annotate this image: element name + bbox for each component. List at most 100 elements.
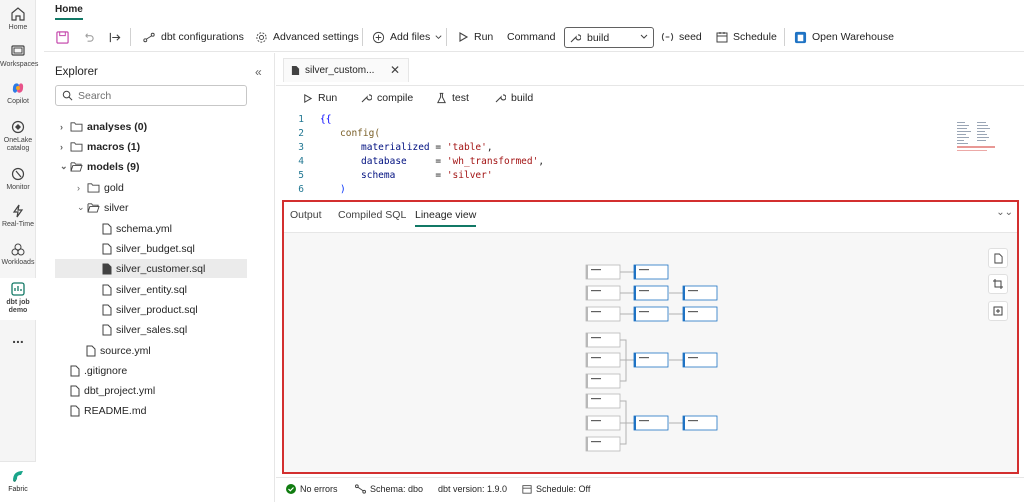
rail-onelake-catalog[interactable]: OneLake catalog (0, 119, 36, 153)
lineage-source-node[interactable] (585, 332, 621, 348)
rail-workloads-label: Workloads (1, 259, 35, 266)
schedule-button[interactable]: Schedule (716, 28, 777, 46)
tree-file-schema[interactable]: schema.yml (102, 219, 172, 238)
schedule-label: Schedule (733, 31, 777, 43)
zoom-to-selection-button[interactable] (988, 301, 1008, 321)
editor-run-button[interactable]: Run (302, 92, 337, 104)
warehouse-icon (794, 31, 807, 43)
search-placeholder: Search (78, 89, 112, 102)
tree-file-silver-sales[interactable]: silver_sales.sql (102, 320, 187, 339)
lineage-source-node[interactable] (585, 415, 621, 431)
lineage-model-node[interactable] (633, 415, 669, 431)
command-dropdown[interactable]: build (564, 27, 654, 48)
lineage-model-node[interactable] (682, 415, 718, 431)
status-errors[interactable]: No errors (286, 484, 338, 494)
toolbar-divider (784, 28, 785, 46)
code-line: {{ (320, 114, 332, 125)
rail-home[interactable]: Home (0, 6, 36, 32)
rail-home-label: Home (8, 24, 28, 31)
rail-workspaces[interactable]: Workspaces (0, 43, 38, 69)
advanced-settings-label: Advanced settings (273, 31, 359, 43)
lineage-source-node[interactable] (585, 393, 621, 409)
lineage-source-node[interactable] (585, 306, 621, 322)
tree-folder-analyses[interactable]: › analyses (0) (60, 117, 147, 136)
lineage-graph[interactable] (284, 233, 1017, 473)
lineage-model-node[interactable] (682, 306, 718, 322)
file-filled-icon (102, 263, 112, 274)
lineage-model-node[interactable] (633, 352, 669, 368)
editor-build-label: build (511, 92, 534, 104)
lineage-model-node[interactable] (633, 306, 669, 322)
tree-file-silver-budget[interactable]: silver_budget.sql (102, 239, 195, 258)
open-warehouse-button[interactable]: Open Warehouse (794, 28, 894, 46)
rail-monitor[interactable]: Monitor (0, 166, 36, 192)
lineage-canvas[interactable] (284, 232, 1017, 472)
tree-file-silver-customer[interactable]: silver_customer.sql (55, 259, 247, 278)
tab-home[interactable]: Home (55, 4, 83, 20)
editor-compile-button[interactable]: compile (360, 92, 413, 104)
tree-folder-models[interactable]: ⌄ models (9) (60, 157, 140, 176)
lineage-model-node[interactable] (682, 352, 718, 368)
tab-output[interactable]: Output (290, 209, 322, 221)
tree-folder-silver[interactable]: ⌄ silver (77, 198, 129, 217)
status-schema-label: Schema: dbo (370, 484, 424, 494)
tree-file-dbt-project[interactable]: dbt_project.yml (70, 381, 155, 400)
lineage-source-node[interactable] (585, 373, 621, 389)
rail-workloads[interactable]: Workloads (0, 241, 36, 267)
lineage-model-node[interactable] (682, 285, 718, 301)
tree-label: models (9) (87, 160, 140, 173)
save-button[interactable] (56, 28, 74, 46)
tree-file-gitignore[interactable]: .gitignore (70, 361, 127, 380)
tree-file-silver-product[interactable]: silver_product.sql (102, 300, 198, 319)
tree-folder-gold[interactable]: › gold (77, 178, 124, 197)
fit-view-button[interactable] (988, 274, 1008, 294)
editor-tab-silver-customer[interactable]: silver_custom... ✕ (283, 58, 409, 82)
editor-build-button[interactable]: build (494, 92, 533, 104)
rail-real-time[interactable]: Real-Time (0, 203, 36, 229)
rail-fabric[interactable]: Fabric (0, 461, 36, 502)
tab-lineage-view[interactable]: Lineage view (415, 209, 477, 227)
tree-folder-macros[interactable]: › macros (1) (60, 137, 140, 156)
home-icon (11, 7, 25, 21)
seed-button[interactable]: seed (661, 28, 702, 46)
dbt-configurations-button[interactable]: dbt configurations (142, 28, 244, 46)
lineage-source-node[interactable] (585, 264, 621, 280)
rail-monitor-label: Monitor (6, 184, 30, 191)
add-files-button[interactable]: Add files (372, 28, 443, 46)
rail-copilot[interactable]: Copilot (0, 80, 36, 106)
tab-compiled-sql[interactable]: Compiled SQL (338, 209, 406, 221)
lineage-model-node[interactable] (633, 285, 669, 301)
tree-label: macros (1) (87, 140, 141, 153)
lineage-source-node[interactable] (585, 352, 621, 368)
dbt-job-icon (11, 282, 25, 296)
undo-button[interactable] (82, 28, 100, 46)
collapse-panel-icon[interactable]: « (255, 65, 262, 79)
status-bar: No errors Schema: dbo dbt version: 1.9.0… (276, 477, 1024, 502)
advanced-settings-button[interactable]: Advanced settings (255, 28, 359, 46)
lineage-model-node[interactable] (633, 264, 669, 280)
copilot-icon (12, 83, 24, 93)
collapse-panel-icon[interactable]: ⌄⌄ (996, 207, 1013, 218)
lineage-source-node[interactable] (585, 285, 621, 301)
lineage-source-node[interactable] (585, 436, 621, 452)
editor-test-button[interactable]: test (436, 92, 469, 104)
tree-file-source[interactable]: source.yml (86, 341, 151, 360)
tree-label: analyses (0) (87, 120, 148, 133)
rail-dbt-job-demo[interactable]: dbt job demo (0, 278, 36, 320)
export-button[interactable] (108, 28, 127, 46)
tree-file-silver-entity[interactable]: silver_entity.sql (102, 280, 187, 299)
search-icon (62, 90, 73, 101)
code-minimap[interactable] (955, 118, 1005, 158)
search-input[interactable]: Search (55, 85, 247, 106)
run-button[interactable]: Run (457, 28, 493, 46)
export-image-button[interactable] (988, 248, 1008, 268)
status-schema[interactable]: Schema: dbo (355, 484, 423, 494)
status-dbt-version: dbt version: 1.9.0 (438, 484, 508, 494)
close-icon[interactable]: ✕ (390, 63, 400, 77)
rail-more[interactable]: ... (0, 331, 36, 345)
tree-file-readme[interactable]: README.md (70, 401, 146, 420)
folder-open-icon (87, 203, 100, 213)
tree-label: .gitignore (84, 364, 128, 377)
code-editor[interactable]: 1 {{ 2 config( 3 materialized = 'table',… (276, 112, 1024, 195)
status-schedule[interactable]: Schedule: Off (522, 484, 590, 494)
